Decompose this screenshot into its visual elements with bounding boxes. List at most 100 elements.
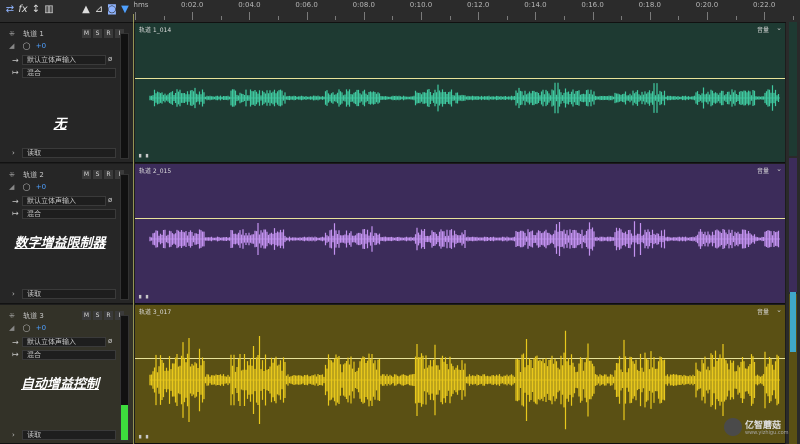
bars-icon[interactable]: ▥: [43, 4, 55, 16]
track-name[interactable]: 轨道 1: [23, 30, 44, 38]
output-select[interactable]: 混合: [22, 68, 116, 78]
ruler-tick: [592, 12, 594, 20]
volume-value[interactable]: +0: [36, 42, 46, 50]
ruler-tick: [249, 12, 251, 20]
ruler-tick: [707, 12, 708, 20]
clip-lane-3[interactable]: 轨道 3_017 音量 ⌄ ▖▗: [135, 305, 785, 444]
ruler-tick: [735, 16, 737, 20]
ruler-tick: [163, 16, 165, 20]
volume-value[interactable]: +0: [36, 324, 46, 332]
ruler-tick: [792, 16, 794, 20]
signal-icon: ◢: [9, 183, 15, 191]
ruler-tick: [421, 12, 422, 20]
ruler-label: 0:06.0: [295, 1, 318, 9]
ruler-label: 0:02.0: [180, 1, 204, 9]
phase-icon[interactable]: ø: [108, 337, 112, 345]
ruler-tick: [192, 12, 194, 20]
volume-knob-icon[interactable]: ◯: [23, 324, 31, 332]
vertical-scrollbar[interactable]: [786, 22, 800, 444]
track-annotation: 数字增益限制器: [14, 236, 106, 251]
clip-lane-1[interactable]: 轨道 1_014 音量 ⌄ ▖▗: [135, 23, 785, 163]
grip-icon: ⁜: [9, 30, 15, 38]
ruler-label: 0:20.0: [695, 1, 719, 9]
track-name[interactable]: 轨道 3: [23, 312, 44, 320]
scroll-track2: [789, 158, 797, 292]
track-name[interactable]: 轨道 2: [23, 171, 44, 179]
pin-icon[interactable]: ▼: [119, 4, 131, 16]
mushroom-icon: [724, 418, 742, 436]
watermark-sub: www.yizhigu.com: [745, 430, 789, 436]
time-ruler[interactable]: hms 0:02.0 0:04.0 0:06.0 0:08.0 0:10.0 0:12.0…: [134, 0, 795, 22]
solo-button[interactable]: S: [93, 311, 102, 320]
volume-knob-icon[interactable]: ◯: [23, 42, 31, 50]
level-meter: [120, 174, 129, 300]
ruler-tick: [363, 12, 365, 20]
automation-mode-select[interactable]: 读取: [22, 430, 116, 440]
fx-icon[interactable]: fx: [17, 4, 29, 16]
ruler-label: 0:14.0: [524, 1, 547, 9]
scroll-thumb[interactable]: [790, 292, 796, 352]
track-header-2[interactable]: ⁜ 轨道 2 M S R I ◢ ◯ +0 → 默认立体声输入 ø ↦ 混合 数…: [0, 164, 133, 304]
ruler-tick: [535, 12, 537, 20]
waveform: [149, 330, 780, 430]
input-arrow-icon: →: [12, 56, 19, 65]
volume-knob-icon[interactable]: ◯: [23, 183, 31, 191]
track-header-3[interactable]: ⁜ 轨道 3 M S R I ◢ ◯ +0 → 默认立体声输入 ø ↦ 混合 自…: [0, 305, 133, 444]
ruler-tick: [678, 16, 680, 20]
ruler-tick: [278, 16, 279, 20]
ruler-tick: [564, 16, 565, 20]
level-meter-fill: [121, 405, 128, 440]
ruler-tick: [764, 12, 766, 20]
swap-icon[interactable]: ⇄: [4, 4, 16, 16]
ruler-tick: [220, 16, 222, 20]
track-header-1[interactable]: ⁜ 轨道 1 M S R I ◢ ◯ +0 → 默认立体声输入 ø ↦ 混合 无…: [0, 23, 133, 163]
output-arrow-icon: ↦: [12, 350, 19, 359]
signal-icon: ◢: [9, 324, 15, 332]
solo-button[interactable]: S: [93, 170, 102, 179]
mountain-icon[interactable]: ▲: [80, 4, 92, 16]
input-select[interactable]: 默认立体声输入: [22, 337, 106, 347]
triangle-icon[interactable]: ⊿: [93, 4, 105, 16]
clip-meter-icon: ▖▗: [139, 151, 149, 158]
volume-value[interactable]: +0: [36, 183, 46, 191]
route-icon[interactable]: ↕: [30, 4, 42, 16]
grip-icon: ⁜: [9, 312, 15, 320]
output-arrow-icon: ↦: [12, 68, 19, 77]
record-button[interactable]: R: [104, 170, 113, 179]
record-button[interactable]: R: [104, 29, 113, 38]
ruler-tick: [621, 16, 623, 20]
expand-icon[interactable]: ›: [12, 431, 15, 439]
expand-icon[interactable]: ›: [12, 149, 15, 157]
ruler-tick: [449, 16, 451, 20]
automation-mode-select[interactable]: 读取: [22, 148, 116, 158]
phase-icon[interactable]: ø: [108, 196, 112, 204]
output-select[interactable]: 混合: [22, 350, 116, 360]
ruler-label: 0:08.0: [352, 1, 375, 9]
clip-lane-2[interactable]: 轨道 2_015 音量 ⌄ ▖▗: [135, 164, 785, 304]
mute-button[interactable]: M: [82, 29, 91, 38]
grip-icon: ⁜: [9, 171, 15, 179]
output-select[interactable]: 混合: [22, 209, 116, 219]
ruler-tick: [335, 16, 337, 20]
ruler-tick: [478, 12, 480, 20]
input-select[interactable]: 默认立体声输入: [22, 196, 106, 206]
ruler-label: 0:12.0: [466, 1, 490, 9]
expand-icon[interactable]: ›: [12, 290, 15, 298]
playhead[interactable]: [133, 14, 134, 444]
track-annotation: 自动增益控制: [20, 377, 99, 392]
mute-button[interactable]: M: [82, 311, 91, 320]
mute-button[interactable]: M: [82, 170, 91, 179]
automation-mode-select[interactable]: 读取: [22, 289, 116, 299]
headphone-icon[interactable]: ◙: [106, 4, 118, 16]
phase-icon[interactable]: ø: [108, 55, 112, 63]
ruler-label: 0:16.0: [581, 1, 604, 9]
track-annotation: 无: [53, 117, 67, 132]
scroll-track1: [789, 22, 797, 156]
top-toolbar: ⇄ fx ↕ ▥ ▲ ⊿ ◙ ▼ hms 0:02.0 0:04.0 0:06.0 0…: [0, 0, 800, 23]
input-select[interactable]: 默认立体声输入: [22, 55, 106, 65]
solo-button[interactable]: S: [93, 29, 102, 38]
clip-meter-icon: ▖▗: [139, 432, 149, 439]
signal-icon: ◢: [9, 42, 15, 50]
record-button[interactable]: R: [104, 311, 113, 320]
ruler-label: 0:10.0: [409, 1, 433, 9]
